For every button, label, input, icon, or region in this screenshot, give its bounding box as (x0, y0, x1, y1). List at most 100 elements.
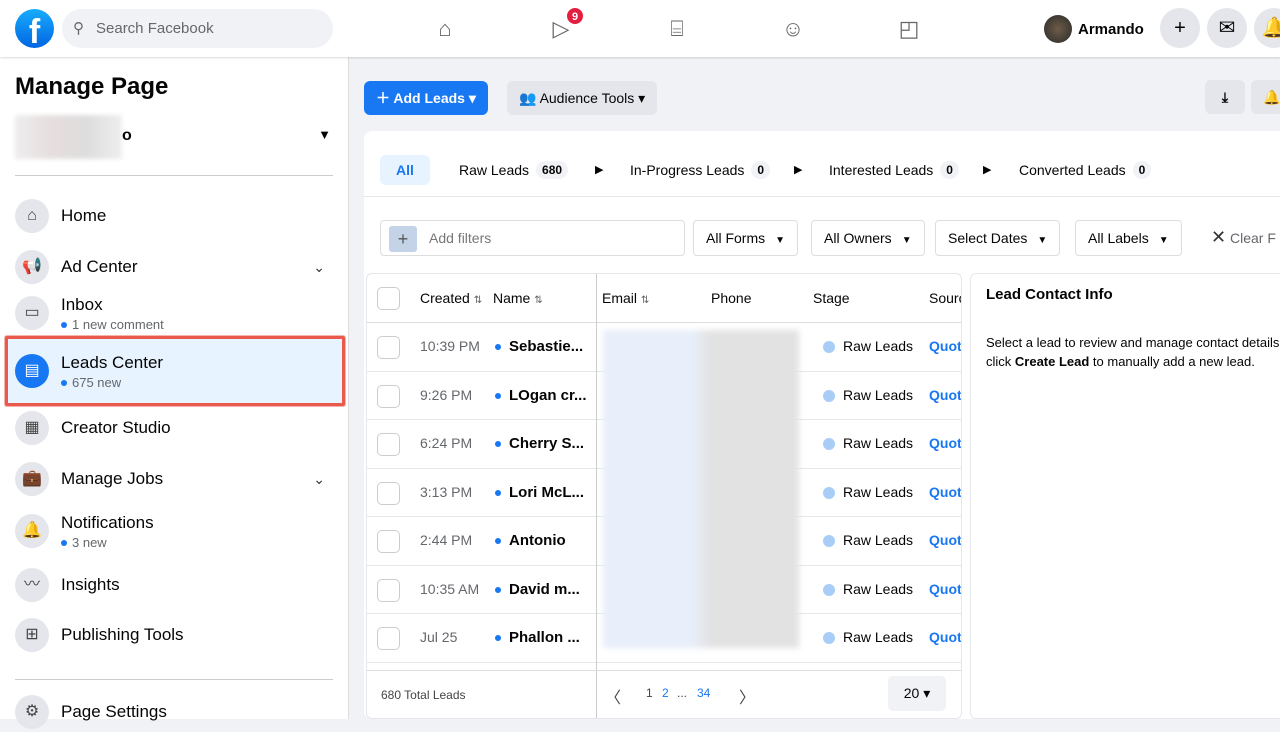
tab-raw-leads[interactable]: Raw Leads 680 (459, 155, 569, 185)
lead-name[interactable]: Antonio (509, 532, 566, 549)
label: Page Settings (61, 702, 167, 721)
groups-icon[interactable]: ☺ (778, 14, 808, 44)
search-input[interactable]: ⚲ Search Facebook (62, 9, 333, 48)
page-last[interactable]: 34 (697, 686, 710, 700)
lead-name[interactable]: Cherry S... (509, 435, 584, 452)
stage-label[interactable]: Raw Leads (843, 532, 913, 548)
row-checkbox[interactable] (377, 578, 400, 602)
plus-icon[interactable]: + (389, 226, 417, 252)
download-button[interactable]: ⤓ (1205, 80, 1245, 114)
row-checkbox[interactable] (377, 530, 400, 553)
row-checkbox[interactable] (377, 481, 400, 505)
header-email[interactable]: Email ⇅ (602, 290, 649, 306)
row-checkbox[interactable] (377, 336, 400, 359)
sidebar-item-page-settings[interactable]: ⚙ Page Settings (15, 692, 333, 732)
sidebar-item-notifications[interactable]: 🔔 Notifications 3 new (15, 509, 333, 553)
home-icon: ⌂ (15, 199, 49, 233)
panel-title: Lead Contact Info (986, 286, 1113, 303)
tab-all[interactable]: All (380, 155, 430, 185)
page-selector[interactable]: o ▼ (15, 115, 333, 159)
lead-name[interactable]: Phallon ... (509, 629, 580, 646)
lead-name[interactable]: David m... (509, 581, 580, 598)
tab-interested-leads[interactable]: Interested Leads 0 (829, 155, 959, 185)
gear-icon: ⚙ (15, 695, 49, 729)
label: All Labels (1088, 230, 1149, 246)
lead-name[interactable]: LOgan cr... (509, 387, 587, 404)
lead-name[interactable]: Sebastie... (509, 338, 583, 355)
panel-text: to manually add a new lead. (1089, 354, 1255, 369)
sidebar-item-home[interactable]: ⌂ Home (15, 196, 333, 236)
row-checkbox[interactable] (377, 433, 400, 456)
sidebar-item-inbox[interactable]: ▭ Inbox 1 new comment (15, 291, 333, 335)
source-link[interactable]: Quote (929, 484, 961, 500)
header-source[interactable]: Sourc (929, 290, 961, 306)
stage-dot (823, 438, 835, 450)
profile-link[interactable]: Armando (1044, 12, 1144, 46)
select-dates-dropdown[interactable]: Select Dates ▼ (935, 220, 1061, 256)
header-name[interactable]: Name ⇅ (493, 290, 543, 306)
label: All (396, 162, 414, 178)
sidebar-item-leads-center[interactable]: ▤ Leads Center 675 new (5, 336, 345, 406)
sort-icon: ⇅ (534, 295, 543, 306)
tab-in-progress-leads[interactable]: In-Progress Leads 0 (630, 155, 771, 185)
sort-icon: ⇅ (640, 295, 650, 306)
sidebar-item-insights[interactable]: 〰 Insights (15, 565, 333, 605)
next-page-icon[interactable]: 〉 (739, 684, 755, 708)
sidebar-item-publishing-tools[interactable]: ⊞ Publishing Tools (15, 615, 333, 655)
stage-label[interactable]: Raw Leads (843, 338, 913, 354)
arrow-right-icon: ▶ (595, 164, 604, 176)
audience-tools-button[interactable]: 👥 Audience Tools ▾ (507, 81, 658, 115)
sidebar-item-manage-jobs[interactable]: 💼 Manage Jobs ⌄ (15, 459, 333, 499)
prev-page-icon[interactable]: 〈 (605, 684, 621, 708)
clear-filters-button[interactable]: ✕ Clear F (1199, 220, 1280, 256)
header-stage[interactable]: Stage (813, 290, 850, 306)
create-button[interactable]: + (1160, 8, 1200, 48)
source-link[interactable]: Quote (929, 435, 961, 451)
home-icon[interactable]: ⌂ (430, 14, 460, 44)
sub-label: 1 new comment (61, 317, 164, 332)
all-owners-dropdown[interactable]: All Owners ▼ (811, 220, 925, 256)
stage-label[interactable]: Raw Leads (843, 387, 913, 403)
stage-label[interactable]: Raw Leads (843, 435, 913, 451)
source-link[interactable]: Quote (929, 581, 961, 597)
created-time: 3:13 PM (420, 483, 473, 500)
source-link[interactable]: Quote (929, 532, 961, 548)
add-leads-button[interactable]: ＋ Add Leads ▾ (364, 81, 488, 115)
marketplace-icon[interactable]: ⌸ (662, 14, 692, 44)
sidebar-item-ad-center[interactable]: 📢 Ad Center ⌄ (15, 247, 333, 287)
messenger-icon[interactable]: ✉ (1207, 8, 1247, 48)
count: 0 (940, 161, 959, 179)
header-phone[interactable]: Phone (711, 290, 751, 306)
gaming-icon[interactable]: ◰ (894, 14, 924, 44)
sidebar-item-creator-studio[interactable]: ▦ Creator Studio (15, 408, 333, 448)
redacted-contact-data (603, 330, 799, 648)
add-filters-input[interactable]: + Add filters (380, 220, 685, 256)
source-link[interactable]: Quote (929, 387, 961, 403)
page-2[interactable]: 2 (662, 686, 669, 700)
page-1[interactable]: 1 (646, 686, 653, 700)
facebook-logo[interactable]: f (15, 9, 54, 48)
sort-icon: ⇅ (473, 295, 483, 306)
stage-label[interactable]: Raw Leads (843, 484, 913, 500)
stage-label[interactable]: Raw Leads (843, 581, 913, 597)
leads-table: Created ⇅ Name ⇅ Email ⇅ Phone Stage Sou… (366, 273, 962, 719)
caret-down-icon: ▼ (318, 127, 331, 142)
all-forms-dropdown[interactable]: All Forms ▼ (693, 220, 799, 256)
per-page-dropdown[interactable]: 20 ▾ (888, 676, 946, 711)
all-labels-dropdown[interactable]: All Labels ▼ (1075, 220, 1182, 256)
stage-label[interactable]: Raw Leads (843, 629, 913, 645)
avatar (1044, 15, 1072, 43)
notifications-icon[interactable]: 🔔 (1254, 8, 1280, 48)
notifications-settings-button[interactable]: 🔔 (1251, 80, 1280, 114)
arrow-right-icon: ▶ (794, 164, 803, 176)
select-all-checkbox[interactable] (377, 287, 400, 310)
tab-converted-leads[interactable]: Converted Leads 0 (1019, 155, 1152, 185)
row-checkbox[interactable] (377, 627, 400, 650)
insights-icon: 〰 (15, 568, 49, 602)
source-link[interactable]: Quote (929, 338, 961, 354)
source-link[interactable]: Quote (929, 629, 961, 645)
header-created[interactable]: Created ⇅ (420, 290, 482, 306)
lead-name[interactable]: Lori McL... (509, 484, 584, 501)
stage-dot (823, 583, 835, 596)
row-checkbox[interactable] (377, 384, 400, 408)
